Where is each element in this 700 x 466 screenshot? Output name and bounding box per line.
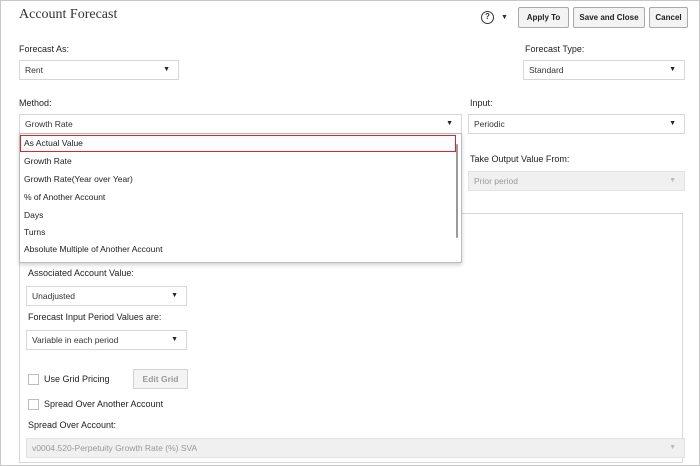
- method-option-as-actual-value[interactable]: As Actual Value: [20, 135, 456, 152]
- method-dropdown-list: As Actual Value Growth Rate Growth Rate(…: [19, 133, 462, 263]
- method-option-growth-rate[interactable]: Growth Rate: [20, 153, 456, 170]
- spread-over-account-select: v0004.520-Perpetuity Growth Rate (%) SVA…: [26, 438, 685, 458]
- method-option-growth-rate-yoy[interactable]: Growth Rate(Year over Year): [20, 171, 456, 188]
- chevron-down-icon: ▼: [171, 292, 178, 299]
- method-option-percent-of-another-account[interactable]: % of Another Account: [20, 189, 456, 206]
- associated-account-select[interactable]: Unadjusted ▼: [26, 286, 187, 306]
- spread-over-another-label: Spread Over Another Account: [44, 399, 164, 409]
- input-select[interactable]: Periodic ▼: [468, 114, 685, 134]
- chevron-down-icon: ▼: [669, 120, 676, 127]
- chevron-down-icon: ▼: [171, 336, 178, 343]
- cancel-button[interactable]: Cancel: [649, 7, 688, 28]
- forecast-as-select[interactable]: Rent ▼: [19, 60, 179, 80]
- take-output-select: Prior period ▼: [468, 171, 685, 191]
- spread-over-another-checkbox[interactable]: [28, 399, 39, 410]
- chevron-down-icon: ▼: [669, 66, 676, 73]
- help-circle-icon[interactable]: ?: [481, 11, 494, 24]
- method-select[interactable]: Growth Rate ▼: [19, 114, 462, 134]
- help-menu-chevron-down-icon[interactable]: ▼: [501, 14, 508, 21]
- chevron-down-icon: ▼: [163, 66, 170, 73]
- dialog-title: Account Forecast: [19, 7, 118, 22]
- apply-to-button[interactable]: Apply To: [518, 7, 569, 28]
- account-forecast-dialog: Account Forecast ? ▼ Apply To Save and C…: [0, 0, 700, 466]
- input-label: Input:: [470, 98, 493, 108]
- method-value: Growth Rate: [25, 119, 73, 129]
- edit-grid-button: Edit Grid: [133, 369, 188, 389]
- take-output-label: Take Output Value From:: [470, 154, 570, 164]
- associated-account-label: Associated Account Value:: [28, 268, 134, 278]
- input-period-label: Forecast Input Period Values are:: [28, 312, 162, 322]
- forecast-type-label: Forecast Type:: [525, 44, 585, 54]
- chevron-down-icon: ▼: [669, 177, 676, 184]
- chevron-down-icon: ▼: [446, 120, 453, 127]
- input-value: Periodic: [474, 119, 505, 129]
- use-grid-pricing-label: Use Grid Pricing: [44, 374, 110, 384]
- method-option-turns[interactable]: Turns: [20, 224, 456, 241]
- spread-over-account-value: v0004.520-Perpetuity Growth Rate (%) SVA: [32, 443, 198, 453]
- method-option-absolute-multiple[interactable]: Absolute Multiple of Another Account: [20, 241, 456, 258]
- forecast-as-value: Rent: [25, 65, 43, 75]
- method-label: Method:: [19, 98, 52, 108]
- input-period-value: Variable in each period: [32, 335, 119, 345]
- take-output-value: Prior period: [474, 176, 518, 186]
- use-grid-pricing-checkbox[interactable]: [28, 374, 39, 385]
- forecast-as-label: Forecast As:: [19, 44, 70, 54]
- input-period-select[interactable]: Variable in each period ▼: [26, 330, 187, 350]
- dropdown-scrollbar[interactable]: [456, 144, 458, 238]
- spread-over-account-label: Spread Over Account:: [28, 420, 117, 430]
- save-and-close-button[interactable]: Save and Close: [573, 7, 645, 28]
- chevron-down-icon: ▼: [669, 444, 676, 451]
- associated-account-value: Unadjusted: [32, 291, 76, 301]
- forecast-type-select[interactable]: Standard ▼: [523, 60, 685, 80]
- method-option-days[interactable]: Days: [20, 207, 456, 224]
- forecast-type-value: Standard: [529, 65, 564, 75]
